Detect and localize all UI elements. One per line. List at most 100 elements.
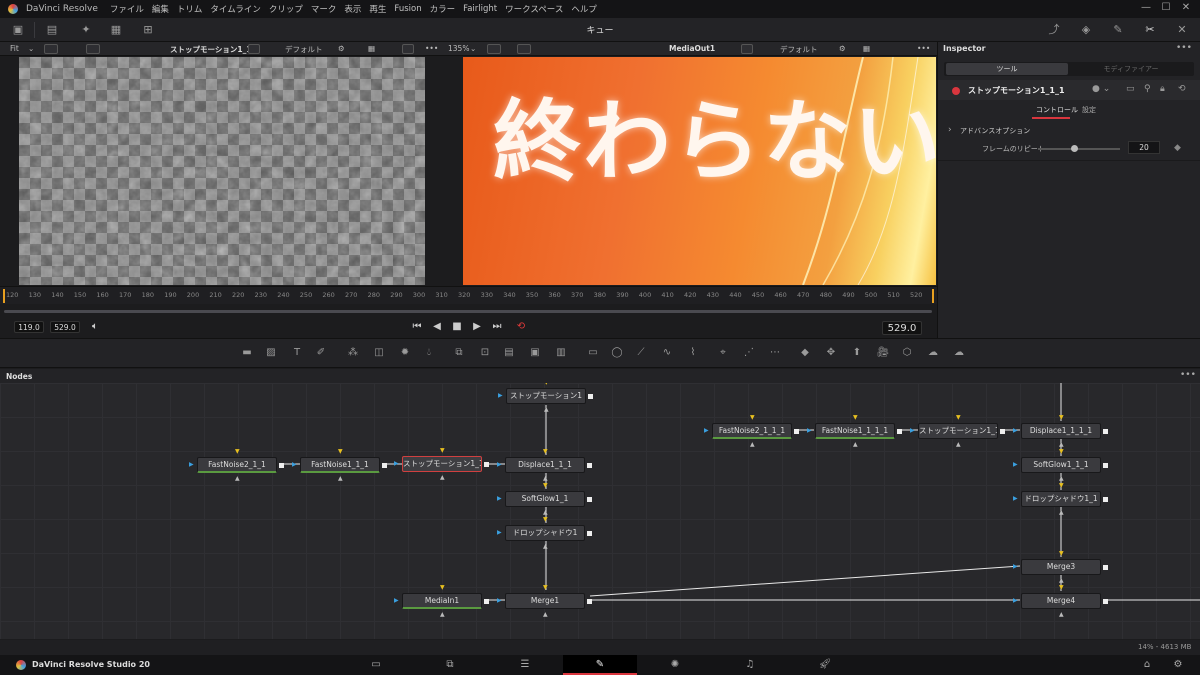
merge-tool-icon[interactable]: ⧉	[452, 346, 466, 360]
inspector-toggle-icon[interactable]: ✂	[1142, 22, 1158, 38]
inspector-more-icon[interactable]: •••	[1176, 43, 1192, 53]
node[interactable]: Merge1	[505, 593, 585, 609]
pin-icon[interactable]: ⚲	[1144, 84, 1151, 94]
merge3d-icon[interactable]: ✥	[824, 346, 838, 360]
clips-icon[interactable]: ▤	[44, 22, 60, 38]
renderer3d-icon[interactable]: ⬡	[900, 346, 914, 360]
output-port[interactable]	[897, 429, 902, 434]
mask-triangle[interactable]: ▲	[235, 476, 240, 482]
lut-dropdown-right[interactable]: デフォルト	[780, 44, 818, 55]
image-tool-icon[interactable]: ▨	[264, 346, 278, 360]
fairlight-page-icon[interactable]: ♫	[743, 658, 757, 672]
output-port[interactable]	[1103, 497, 1108, 502]
output-port[interactable]	[588, 394, 593, 399]
paint-mask-icon[interactable]: ⌇	[686, 346, 700, 360]
roi-toggle-right[interactable]	[741, 44, 753, 54]
node[interactable]: FastNoise2_1_1_1	[712, 423, 792, 439]
paint-tool-icon[interactable]: ✐	[314, 346, 328, 360]
rectangle-mask-icon[interactable]: ▭	[586, 346, 600, 360]
node[interactable]: ストップモーション1_1_1	[402, 456, 482, 472]
play-reverse-icon[interactable]: ◀	[430, 320, 444, 334]
more-options-icon[interactable]: •••	[425, 44, 438, 53]
scrub-bar[interactable]	[4, 310, 932, 313]
metadata-icon[interactable]: ✎	[1110, 22, 1126, 38]
safe-area-toggle[interactable]	[402, 44, 414, 54]
mask-triangle[interactable]: ▲	[543, 544, 548, 550]
input-triangle-top[interactable]: ▼	[338, 449, 343, 455]
roi-toggle[interactable]	[248, 44, 260, 54]
menu-playback[interactable]: 再生	[365, 3, 390, 15]
input-triangle[interactable]: ▶	[497, 496, 502, 502]
keyframe-icon[interactable]: ◆	[1174, 143, 1181, 153]
copy-icon[interactable]: ▭	[1126, 84, 1135, 94]
node[interactable]: ストップモーション1	[506, 388, 586, 404]
reset-icon[interactable]: ⟲	[1178, 84, 1186, 94]
input-triangle-top[interactable]: ▼	[1059, 551, 1064, 557]
settings-gear-icon[interactable]: ⚙	[1171, 658, 1185, 672]
grid-icon-right[interactable]: ▦	[863, 44, 870, 53]
zoom-dropdown[interactable]: 135%	[448, 44, 469, 53]
fit-dropdown[interactable]: Fit	[10, 44, 19, 53]
clips-panel-icon[interactable]: ▦	[108, 22, 124, 38]
node[interactable]: SoftGlow1_1_1	[1021, 457, 1101, 473]
deliver-page-icon[interactable]: 🚀︎	[818, 658, 832, 672]
spline-icon[interactable]: ⤴	[1046, 22, 1062, 38]
mask-triangle[interactable]: ▲	[338, 476, 343, 482]
text-tool-icon[interactable]: T	[290, 346, 304, 360]
menu-color[interactable]: カラー	[426, 3, 460, 15]
input-triangle[interactable]: ▶	[704, 428, 709, 434]
menu-fairlight[interactable]: Fairlight	[459, 4, 501, 14]
menu-trim[interactable]: トリム	[173, 3, 207, 15]
channel-tool-icon[interactable]: ▤	[502, 346, 516, 360]
menu-help[interactable]: ヘルプ	[567, 3, 601, 15]
mask-triangle[interactable]: ▲	[1059, 510, 1064, 516]
lock-icon[interactable]: 🔒︎	[1160, 84, 1165, 94]
loop-icon[interactable]: ⟲	[514, 320, 528, 334]
channel-dropdown-right[interactable]	[487, 44, 501, 54]
go-to-end-icon[interactable]: ⏭︎	[490, 320, 504, 334]
particles-tool-icon[interactable]: ⁂	[346, 346, 360, 360]
output-port[interactable]	[1103, 463, 1108, 468]
input-triangle-top[interactable]: ▼	[543, 585, 548, 591]
lut-icon[interactable]: ⚙	[338, 44, 345, 53]
media-page-icon[interactable]: ▭	[369, 658, 383, 672]
text3d-icon[interactable]: ⬆	[850, 346, 864, 360]
input-triangle[interactable]: ▶	[497, 462, 502, 468]
output-port[interactable]	[1000, 429, 1005, 434]
effects-icon[interactable]: ✦	[78, 22, 94, 38]
input-triangle-top[interactable]: ▼	[543, 449, 548, 455]
output-port[interactable]	[1103, 599, 1108, 604]
mask-triangle[interactable]: ▲	[440, 475, 445, 481]
input-triangle[interactable]: ▶	[292, 462, 297, 468]
node-version-icon[interactable]: ● ⌄	[1092, 84, 1110, 94]
channel-dropdown[interactable]	[44, 44, 58, 54]
input-triangle-top[interactable]: ▼	[440, 585, 445, 591]
input-triangle-top[interactable]: ▼	[1059, 585, 1064, 591]
input-triangle[interactable]: ▶	[1013, 564, 1018, 570]
output-port[interactable]	[382, 463, 387, 468]
mask-triangle[interactable]: ▲	[543, 612, 548, 618]
menu-timeline[interactable]: タイムライン	[206, 3, 264, 15]
mask-triangle[interactable]: ▲	[544, 407, 549, 413]
settings-icon[interactable]: ✕	[1174, 22, 1190, 38]
fusion-page-icon[interactable]: ✎	[593, 658, 607, 672]
glow-tool-icon[interactable]: ✹	[398, 346, 412, 360]
node[interactable]: SoftGlow1_1	[505, 491, 585, 507]
output-port[interactable]	[1103, 429, 1108, 434]
time-ruler[interactable]: 120 130 140 150 160 170 180 190 200 210 220 230 240 2…	[0, 286, 937, 304]
input-triangle[interactable]: ▶	[807, 428, 812, 434]
input-triangle[interactable]: ▶	[910, 428, 915, 434]
camera3d-icon[interactable]: 🎥︎	[876, 346, 890, 360]
shape3d-icon[interactable]: ◆	[798, 346, 812, 360]
output-port[interactable]	[587, 599, 592, 604]
input-triangle-top[interactable]: ▼	[853, 415, 858, 421]
output-port[interactable]	[484, 462, 489, 467]
param-slider-knob[interactable]	[1071, 145, 1079, 152]
input-triangle-top[interactable]: ▼	[750, 415, 755, 421]
mask-triangle[interactable]: ▲	[956, 442, 961, 448]
menu-fusion[interactable]: Fusion	[390, 4, 425, 14]
node[interactable]: Displace1_1_1_1	[1021, 423, 1101, 439]
node[interactable]: FastNoise1_1_1_1	[815, 423, 895, 439]
output-port[interactable]	[1103, 565, 1108, 570]
output-port[interactable]	[794, 429, 799, 434]
